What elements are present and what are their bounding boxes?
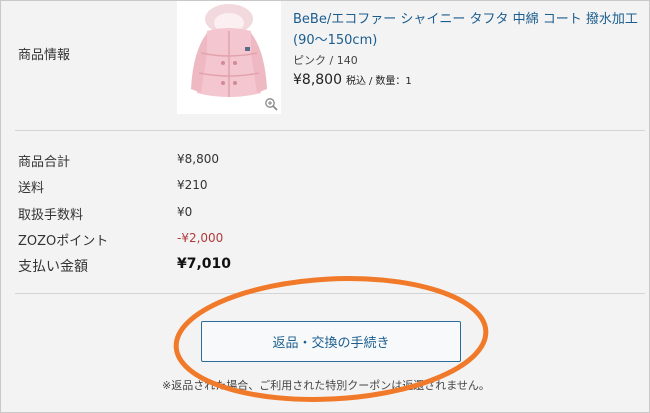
coupon-note: ※返品された場合、ご利用された特別クーポンは返還されません。	[162, 379, 490, 392]
tax-label: 税込	[346, 76, 366, 87]
price-separator: /	[369, 76, 373, 87]
quantity: 数量：1	[375, 76, 412, 87]
payment-total-value: ¥7,010	[177, 256, 232, 272]
handling-fee-label: 取扱手数料	[18, 208, 84, 223]
zozo-point-label: ZOZOポイント	[18, 234, 109, 249]
product-variant: ピンク / 140	[293, 54, 358, 67]
shipping-label: 送料	[18, 181, 45, 196]
payment-total-label: 支払い金額	[18, 259, 88, 275]
divider	[15, 293, 645, 294]
product-title-link[interactable]: BeBe/エコファー シャイニー タフタ 中綿 コート 撥水加工(90〜150c…	[293, 9, 643, 51]
handling-fee-value: ¥0	[177, 205, 193, 219]
product-info-label: 商品情報	[18, 48, 71, 63]
zozo-point-value: -¥2,000	[177, 231, 224, 245]
zoom-in-icon[interactable]	[264, 97, 278, 111]
order-detail-panel: 商品情報 BeBe/エコファー シャイニー タフタ 中綿 コート 撥水加工(90…	[0, 0, 650, 413]
subtotal-value: ¥8,800	[177, 152, 219, 166]
subtotal-label: 商品合計	[18, 155, 71, 170]
product-price-line: ¥8,800 税込 / 数量：1	[293, 72, 412, 88]
divider	[15, 130, 645, 131]
shipping-value: ¥210	[177, 178, 208, 192]
product-image[interactable]	[177, 1, 281, 114]
return-exchange-button[interactable]: 返品・交換の手続き	[201, 321, 461, 362]
product-price: ¥8,800	[293, 72, 342, 88]
